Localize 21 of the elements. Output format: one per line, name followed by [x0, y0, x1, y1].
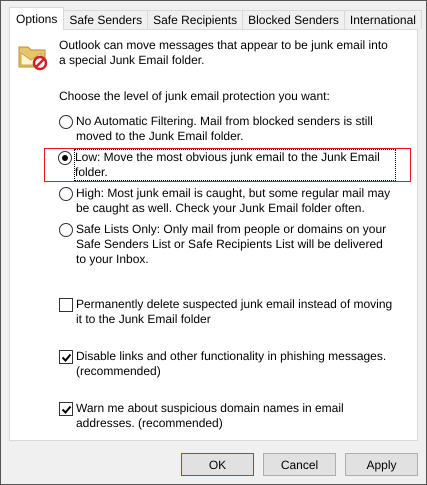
prompt-text: Choose the level of junk email protection you want: [59, 89, 331, 104]
intro-text: Outlook can move messages that appear to be junk email into a special Junk Email folder. [59, 38, 389, 68]
radio-button[interactable] [59, 187, 73, 201]
checkbox[interactable] [59, 402, 73, 416]
tab[interactable]: Options [9, 7, 64, 30]
radio-label[interactable]: No Automatic Filtering. Mail from blocked senders is still moved to the Junk Email folder. [76, 114, 396, 144]
radio-label[interactable]: Safe Lists Only: Only mail from people or domains on your Safe Senders List or Safe Recipients List will be delivered to your Inbox. [76, 222, 396, 267]
radio-button[interactable] [59, 223, 73, 237]
checkbox[interactable] [59, 298, 73, 312]
radio-button[interactable] [59, 115, 73, 129]
dialog-button[interactable]: OK [181, 453, 254, 476]
radio-label[interactable]: High: Most junk email is caught, but some regular mail may be caught as well. Check your Junk Email folder often. [76, 186, 396, 216]
dialog-button[interactable]: Apply [345, 453, 418, 476]
checkbox-label[interactable]: Permanently delete suspected junk email instead of moving it to the Junk Email folder [76, 297, 396, 327]
tab[interactable]: Safe Recipients [147, 10, 244, 29]
radio-button[interactable] [58, 151, 72, 165]
checkbox-label[interactable]: Disable links and other functionality in phishing messages. (recommended) [76, 349, 396, 379]
tab[interactable]: International [344, 10, 422, 29]
dialog-button[interactable]: Cancel [263, 453, 336, 476]
checkbox[interactable] [59, 350, 73, 364]
checkbox-label[interactable]: Warn me about suspicious domain names in email addresses. (recommended) [76, 401, 396, 431]
